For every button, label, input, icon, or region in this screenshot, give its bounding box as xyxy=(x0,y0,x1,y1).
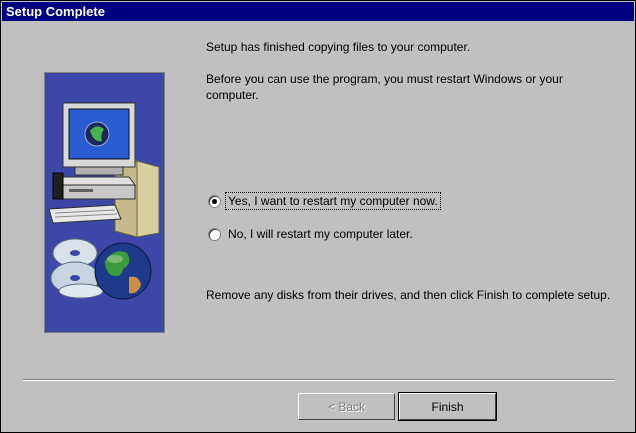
restart-notice-text: Before you can use the program, you must… xyxy=(206,72,563,102)
restart-later-radio[interactable]: No, I will restart my computer later. xyxy=(208,225,415,243)
title-bar[interactable]: Setup Complete xyxy=(2,2,634,21)
back-button[interactable]: < Back xyxy=(298,393,395,420)
setup-illustration xyxy=(44,72,165,333)
monitor-icon xyxy=(62,102,136,176)
finish-button[interactable]: Finish xyxy=(398,392,497,421)
speaker-icon xyxy=(52,172,64,200)
radio-unchecked-icon[interactable] xyxy=(208,227,221,241)
keyboard-icon xyxy=(48,204,122,224)
computer-globe-illustration-icon xyxy=(48,102,160,300)
restart-now-radio[interactable]: Yes, I want to restart my computer now. xyxy=(208,192,441,210)
restart-later-label[interactable]: No, I will restart my computer later. xyxy=(226,226,415,242)
separator xyxy=(23,379,615,381)
window-title: Setup Complete xyxy=(6,4,105,19)
computer-case-icon xyxy=(54,176,136,200)
setup-dialog: Setup Complete Setup has finished copyin… xyxy=(0,0,636,433)
remove-disks-text: Remove any disks from their drives, and … xyxy=(206,288,611,302)
restart-now-label[interactable]: Yes, I want to restart my computer now. xyxy=(225,192,441,210)
files-copied-text: Setup has finished copying files to your… xyxy=(206,40,471,54)
globe-icon xyxy=(94,242,152,300)
radio-checked-icon[interactable] xyxy=(208,194,221,208)
